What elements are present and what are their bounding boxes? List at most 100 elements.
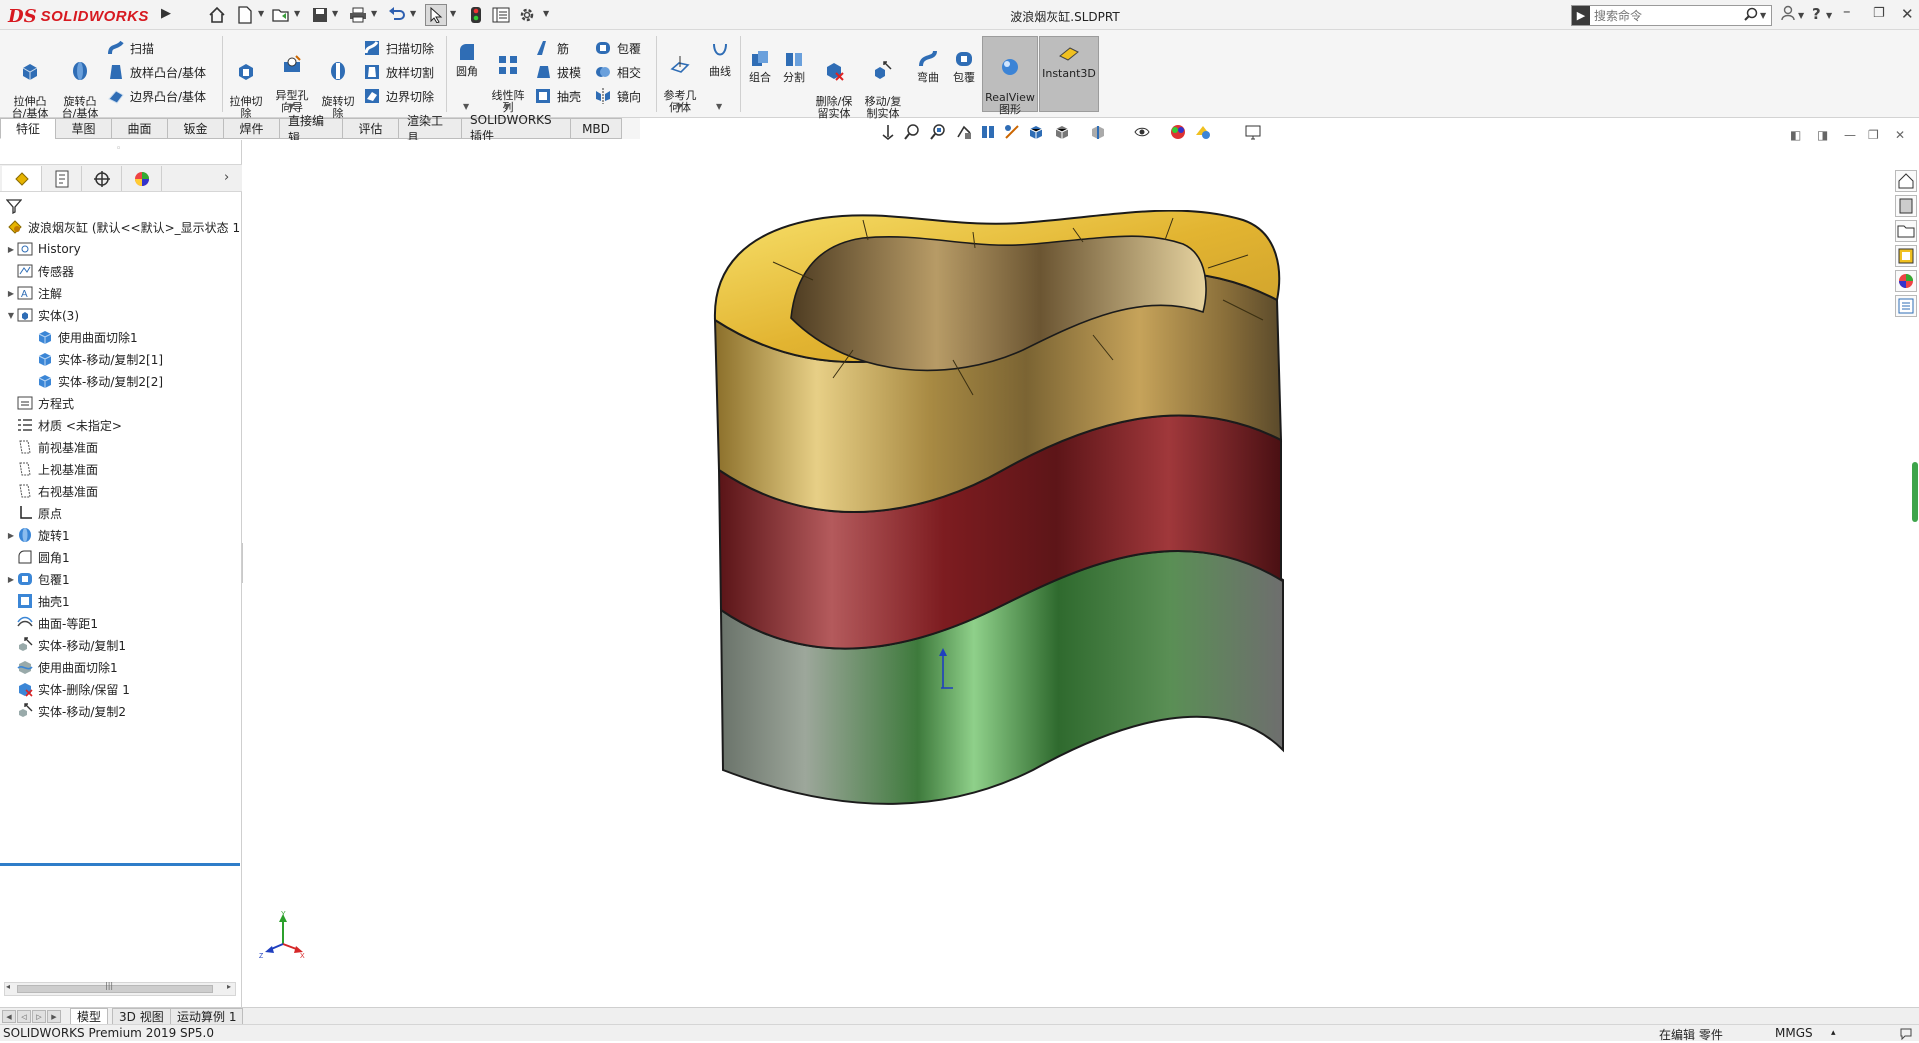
tab-surfaces[interactable]: 曲面 (111, 118, 168, 139)
help-dropdown-icon[interactable]: ▼ (1826, 11, 1832, 20)
design-library-icon[interactable] (1895, 195, 1917, 217)
rollback-bar[interactable] (0, 863, 240, 866)
unit-system-caret[interactable]: ▴ (1831, 1028, 1836, 1038)
expand-arrow-icon[interactable]: ▶ (6, 531, 16, 540)
task-pane-scroll-handle[interactable] (1912, 462, 1918, 522)
scroll-left-icon[interactable]: ◂ (6, 982, 10, 991)
tree-item[interactable]: 实体-移动/复制1 (0, 634, 242, 656)
tree-root-part[interactable]: 波浪烟灰缸 (默认<<默认>_显示状态 1 (0, 216, 242, 238)
previous-tab-icon[interactable]: ◁ (17, 1010, 31, 1023)
search-icon[interactable] (1744, 7, 1758, 25)
tree-item[interactable]: ▶ 包覆1 (0, 568, 242, 590)
tree-item[interactable]: 曲面-等距1 (0, 612, 242, 634)
extrude-boss-button[interactable]: 拉伸凸 台/基体 (10, 48, 50, 120)
appearances-scenes-icon[interactable] (1895, 270, 1917, 292)
lofted-cut-button[interactable]: 放样切割 (363, 61, 434, 83)
last-tab-icon[interactable]: ▶ (47, 1010, 61, 1023)
pattern-dropdown-icon[interactable]: ▼ (504, 102, 510, 111)
property-manager-tab[interactable] (42, 166, 82, 191)
tab-evaluate[interactable]: 评估 (342, 118, 399, 139)
doc-tile-left-icon[interactable]: ◧ (1790, 128, 1801, 142)
display-style-icon[interactable] (1053, 123, 1071, 141)
tab-motion-study-1[interactable]: 运动算例 1 (170, 1008, 244, 1025)
search-input[interactable] (1590, 6, 1740, 25)
fillet-button[interactable]: 圆角 (450, 42, 484, 78)
view-orientation-arrow-icon[interactable] (879, 123, 897, 141)
doc-minimize-icon[interactable]: — (1844, 128, 1856, 142)
shell-button[interactable]: 抽壳 (534, 85, 581, 107)
tab-direct-editing[interactable]: 直接编辑 (279, 114, 343, 145)
tab-render-tools[interactable]: 渲染工具 (398, 114, 462, 145)
feature-tree-tab[interactable] (2, 166, 42, 191)
ashtray-model[interactable] (703, 210, 1343, 890)
restore-window-icon[interactable]: ❐ (1873, 6, 1885, 21)
solidworks-resources-icon[interactable] (1895, 170, 1917, 192)
tab-3d-views[interactable]: 3D 视图 (112, 1008, 171, 1025)
expand-arrow-icon[interactable]: ▶ (6, 245, 16, 254)
curves-button[interactable]: 曲线 (704, 42, 736, 78)
tree-item[interactable]: 上视基准面 (0, 458, 242, 480)
filter-icon[interactable] (6, 198, 22, 214)
revolve-boss-button[interactable]: 旋转凸 台/基体 (60, 48, 100, 120)
view-monitor-icon[interactable] (1244, 123, 1262, 141)
tree-item[interactable]: ▶ History (0, 238, 242, 260)
tree-item[interactable]: ▼ 实体(3) (0, 304, 242, 326)
zoom-to-area-icon[interactable] (929, 123, 947, 141)
revolve-cut-button[interactable]: 旋转切 除 (318, 48, 358, 120)
doc-restore-icon[interactable]: ❐ (1868, 128, 1879, 142)
curves-dropdown-icon[interactable]: ▼ (716, 102, 722, 111)
file-explorer-icon[interactable] (1895, 220, 1917, 242)
sweep-button[interactable]: 扫描 (107, 37, 154, 59)
tab-sketch[interactable]: 草图 (55, 118, 112, 139)
mirror-button[interactable]: 镜向 (594, 85, 641, 107)
hide-show-items-icon[interactable] (1089, 123, 1107, 141)
tree-item[interactable]: ▶ A 注解 (0, 282, 242, 304)
draft-button[interactable]: 拔模 (534, 61, 581, 83)
swept-cut-button[interactable]: 扫描切除 (363, 37, 434, 59)
search-commands-box[interactable]: ▶ ▼ (1571, 5, 1772, 26)
reference-dropdown-icon[interactable]: ▼ (676, 102, 682, 111)
panel-expand-icon[interactable]: › (224, 170, 229, 185)
scrollbar-thumb[interactable] (17, 985, 213, 993)
help-icon[interactable]: ? (1812, 5, 1821, 23)
doc-close-icon[interactable]: ✕ (1895, 128, 1905, 142)
zoom-to-fit-icon[interactable] (903, 123, 921, 141)
tab-weldments[interactable]: 焊件 (223, 118, 280, 139)
flex-button[interactable]: 弯曲 (912, 48, 944, 84)
loft-boss-button[interactable]: 放样凸台/基体 (107, 61, 206, 83)
tree-item[interactable]: 实体-移动/复制2[1] (0, 348, 242, 370)
section-view-icon[interactable] (979, 123, 997, 141)
tree-item[interactable]: 实体-移动/复制2 (0, 700, 242, 722)
view-palette-icon[interactable] (1895, 245, 1917, 267)
tree-item[interactable]: 原点 (0, 502, 242, 524)
tab-solidworks-addins[interactable]: SOLIDWORKS 插件 (461, 113, 571, 143)
wrap-button[interactable]: 包覆 (594, 37, 641, 59)
tree-item[interactable]: 前视基准面 (0, 436, 242, 458)
view-settings-icon[interactable] (1194, 123, 1212, 141)
display-manager-tab[interactable] (122, 166, 162, 191)
wrap2-button[interactable]: 包覆 (948, 48, 980, 84)
first-tab-icon[interactable]: ◀ (2, 1010, 16, 1023)
tab-mbd[interactable]: MBD (570, 118, 622, 139)
custom-properties-icon[interactable] (1895, 295, 1917, 317)
tree-item[interactable]: 方程式 (0, 392, 242, 414)
unit-system[interactable]: MMGS (1775, 1026, 1813, 1040)
configuration-manager-tab[interactable] (82, 166, 122, 191)
doc-tile-right-icon[interactable]: ◨ (1817, 128, 1828, 142)
tree-item[interactable]: 实体-移动/复制2[2] (0, 370, 242, 392)
boundary-cut-button[interactable]: 边界切除 (363, 85, 434, 107)
expand-arrow-icon[interactable]: ▶ (6, 289, 16, 298)
user-account-icon[interactable] (1781, 5, 1795, 25)
close-window-icon[interactable]: ✕ (1901, 5, 1914, 23)
move-copy-body-button[interactable]: 移动/复 制实体 (860, 48, 906, 120)
extrude-cut-button[interactable]: 拉伸切 除 (226, 48, 266, 120)
collapse-arrow-icon[interactable]: ▼ (6, 311, 16, 320)
search-dropdown-icon[interactable]: ▼ (1760, 11, 1766, 20)
tree-item[interactable]: 抽壳1 (0, 590, 242, 612)
tree-item[interactable]: ▶ 旋转1 (0, 524, 242, 546)
previous-view-icon[interactable] (955, 123, 973, 141)
tree-item[interactable]: 使用曲面切除1 (0, 656, 242, 678)
tree-item[interactable]: 右视基准面 (0, 480, 242, 502)
fillet-dropdown-icon[interactable]: ▼ (463, 102, 469, 111)
dynamic-annotation-icon[interactable] (1003, 123, 1021, 141)
